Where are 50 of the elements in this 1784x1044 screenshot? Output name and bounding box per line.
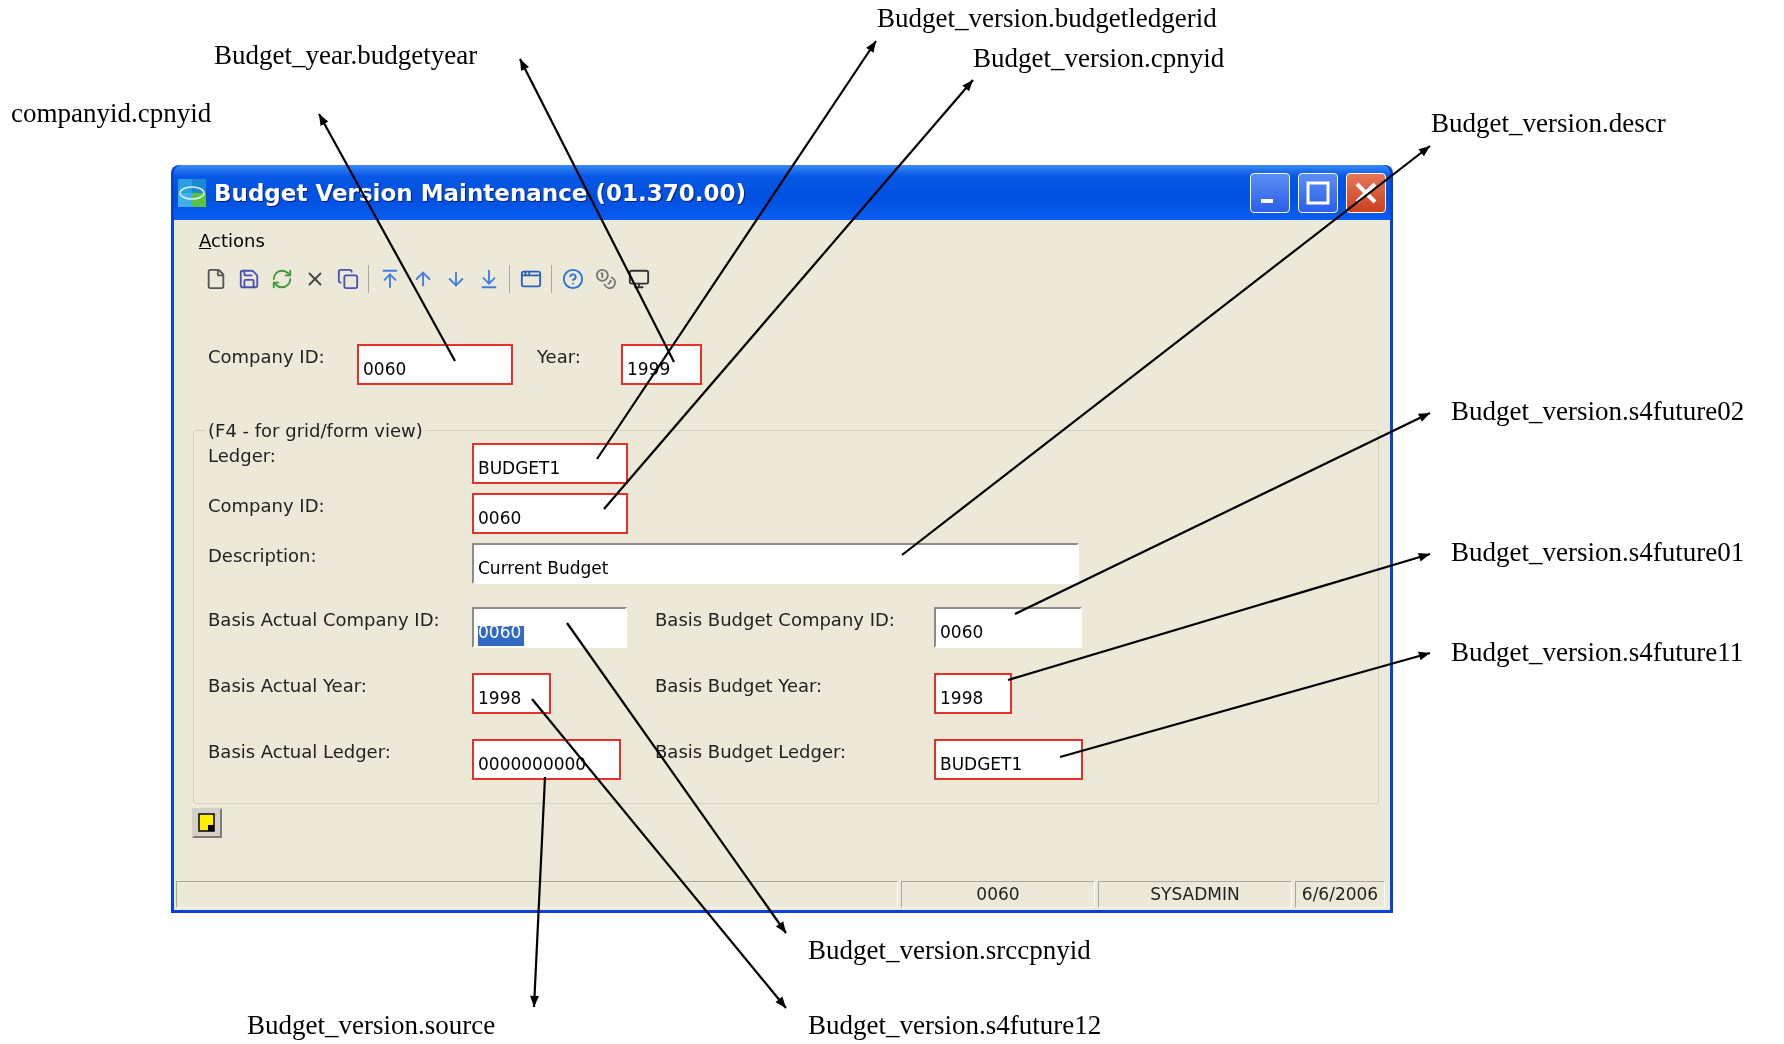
text-field[interactable]: BUDGET1 [934, 739, 1083, 780]
save-icon [237, 268, 260, 290]
field-label: Company ID: [208, 345, 326, 367]
annotation-label: Budget_version.source [247, 1010, 496, 1041]
text-field[interactable]: 1998 [472, 673, 551, 714]
status-text: SYSADMIN [1098, 881, 1292, 908]
annotation-label: Budget_version.s4future01 [1451, 537, 1745, 568]
field-label: Basis Actual Ledger: [208, 740, 392, 762]
annotation-label: Budget_year.budgetyear [214, 40, 478, 71]
field-label: Ledger: [208, 444, 277, 466]
status-text: 6/6/2006 [1295, 881, 1385, 908]
maximize-button[interactable] [1298, 172, 1338, 213]
annotation-label: Budget_version.budgetledgerid [877, 3, 1217, 34]
minimize-button[interactable] [1250, 172, 1290, 213]
field-label: Description: [208, 544, 318, 566]
close-button[interactable] [1346, 172, 1386, 213]
annotation-label: Budget_version.s4future02 [1451, 396, 1745, 427]
group-legend: (F4 - for grid/form view) [206, 420, 425, 441]
refresh-icon [270, 268, 293, 290]
annotation-label: Budget_version.cpnyid [973, 43, 1225, 74]
app-logo-icon [178, 178, 206, 207]
note-button[interactable] [192, 808, 222, 838]
text-field[interactable]: Current Budget [472, 543, 1079, 584]
maximize-icon [1305, 179, 1331, 206]
window-icon [519, 268, 542, 290]
text-field[interactable]: 0060 [934, 607, 1082, 648]
field-label: Company ID: [208, 494, 326, 516]
annotation-label: Budget_version.s4future11 [1451, 637, 1744, 668]
annotation-label: Budget_version.s4future12 [808, 1010, 1102, 1041]
annotation-label: Budget_version.descr [1431, 108, 1666, 139]
field-label: Basis Budget Company ID: [655, 608, 896, 630]
copy-icon [336, 268, 359, 290]
annotation-label: Budget_version.srccpnyid [808, 935, 1091, 966]
monitor-icon [627, 268, 650, 290]
status-text: 0060 [901, 881, 1095, 908]
field-label: Year: [537, 345, 582, 367]
field-label: Basis Actual Company ID: [208, 608, 441, 630]
help-icon [561, 268, 584, 290]
coins-icon [594, 268, 617, 290]
minimize-icon [1261, 198, 1273, 203]
text-field[interactable]: BUDGET1 [472, 443, 628, 484]
text-field[interactable]: 0000000000 [472, 739, 621, 780]
text-field[interactable]: 1998 [934, 673, 1012, 714]
text-field[interactable]: 0060 [357, 344, 513, 385]
field-label: Basis Actual Year: [208, 674, 368, 696]
field-label: Basis Budget Year: [655, 674, 824, 696]
menu-item[interactable]: Actions [199, 229, 265, 251]
annotation-label: companyid.cpnyid [11, 98, 212, 129]
text-field[interactable]: 0060 [472, 493, 628, 534]
note-icon [198, 813, 216, 833]
